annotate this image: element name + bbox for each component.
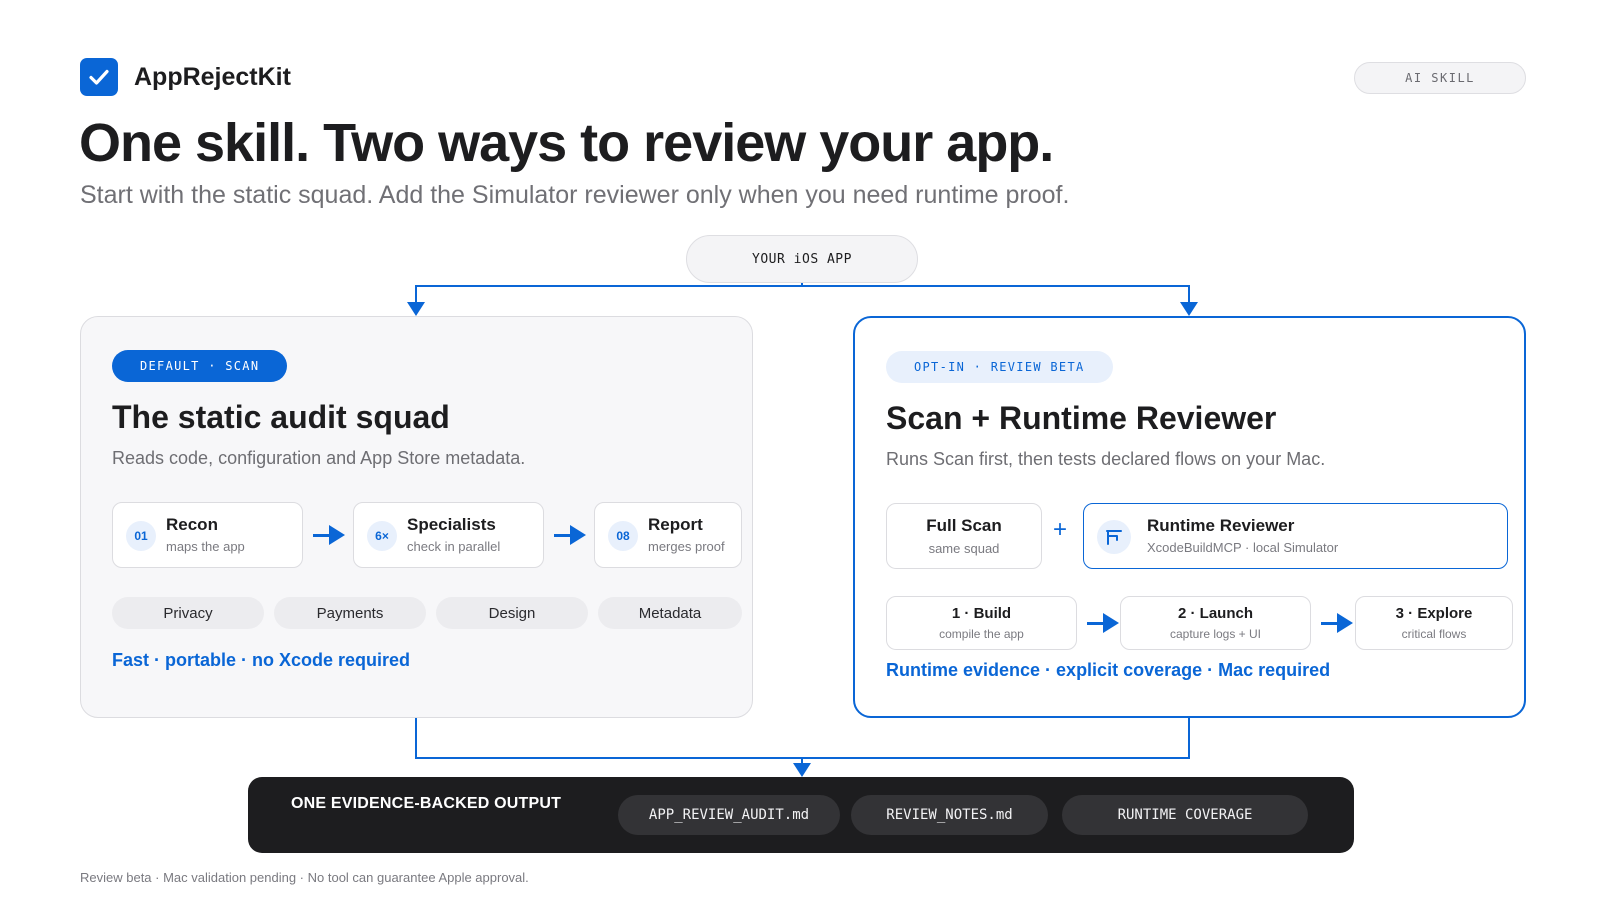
static-audit-footnote: Fast · portable · no Xcode required: [112, 650, 411, 670]
runtime-step-subtitle: capture logs + UI: [1169, 627, 1262, 641]
runtime-step-subtitle: compile the app: [939, 627, 1024, 641]
tag-privacy: Privacy: [112, 597, 264, 629]
arrow-to-output: [793, 763, 811, 777]
step-number: 08: [608, 521, 638, 551]
tag-design: Design: [436, 597, 588, 629]
runtime-reviewer-card: OPT-IN · REVIEW BETA Scan + Runtime Revi…: [853, 316, 1526, 718]
step-number: 6×: [367, 521, 397, 551]
runtime-step-title: 2 · Launch: [1177, 605, 1253, 622]
output-file-notes: REVIEW_NOTES.md: [851, 795, 1048, 835]
runtime-reviewer-title: Scan + Runtime Reviewer: [886, 400, 1277, 436]
tag-metadata: Metadata: [598, 597, 742, 629]
step-report: 08 Report merges proof: [594, 502, 742, 568]
runtime-reviewer-footnote: Runtime evidence · explicit coverage · M…: [886, 660, 1331, 680]
full-scan-title: Full Scan: [926, 516, 1002, 535]
full-scan-subtitle: same squad: [928, 541, 1000, 556]
default-scan-badge: DEFAULT · SCAN: [112, 350, 288, 382]
disclaimer: Review beta · Mac validation pending · N…: [80, 870, 529, 885]
runtime-step-title: 1 · Build: [951, 605, 1012, 622]
plus-icon: +: [1053, 516, 1068, 543]
runtime-step-launch: 2 · Launch capture logs + UI: [1120, 596, 1311, 650]
output-runtime-coverage: RUNTIME COVERAGE: [1062, 795, 1308, 835]
arrow-to-right-card: [1180, 302, 1198, 316]
runtime-reviewer-box-subtitle: XcodeBuildMCP · local Simulator: [1147, 540, 1339, 555]
arrow-to-left-card: [407, 302, 425, 316]
step-specialists: 6× Specialists check in parallel: [353, 502, 544, 568]
runtime-reviewer-description: Runs Scan first, then tests declared flo…: [886, 449, 1326, 469]
output-bar: ONE EVIDENCE-BACKED OUTPUT APP_REVIEW_AU…: [248, 777, 1354, 853]
ios-app-node: YOUR iOS APP: [686, 235, 918, 283]
simulator-icon: [1097, 520, 1131, 554]
flow-arrow: [1087, 613, 1119, 633]
full-scan-box: Full Scan same squad: [886, 503, 1042, 569]
runtime-step-build: 1 · Build compile the app: [886, 596, 1077, 650]
static-audit-card: DEFAULT · SCAN The static audit squad Re…: [80, 316, 753, 718]
runtime-reviewer-box: Runtime Reviewer XcodeBuildMCP · local S…: [1083, 503, 1508, 569]
step-title: Specialists: [407, 515, 496, 534]
step-subtitle: maps the app: [166, 539, 245, 554]
opt-in-badge: OPT-IN · REVIEW BETA: [886, 351, 1113, 383]
static-audit-description: Reads code, configuration and App Store …: [112, 448, 526, 468]
output-file-audit: APP_REVIEW_AUDIT.md: [618, 795, 840, 835]
step-subtitle: merges proof: [648, 539, 725, 554]
runtime-step-title: 3 · Explore: [1395, 605, 1473, 622]
tag-payments: Payments: [274, 597, 426, 629]
step-recon: 01 Recon maps the app: [112, 502, 303, 568]
runtime-step-subtitle: critical flows: [1401, 627, 1467, 641]
flow-arrow: [1321, 613, 1353, 633]
step-title: Recon: [166, 515, 218, 534]
runtime-step-explore: 3 · Explore critical flows: [1355, 596, 1513, 650]
output-title: ONE EVIDENCE-BACKED OUTPUT: [291, 795, 562, 812]
step-title: Report: [648, 515, 703, 534]
step-subtitle: check in parallel: [407, 539, 501, 554]
step-number: 01: [126, 521, 156, 551]
flow-arrow: [554, 525, 586, 545]
runtime-reviewer-box-title: Runtime Reviewer: [1147, 516, 1295, 535]
flow-arrow: [313, 525, 345, 545]
static-audit-title: The static audit squad: [112, 399, 450, 435]
